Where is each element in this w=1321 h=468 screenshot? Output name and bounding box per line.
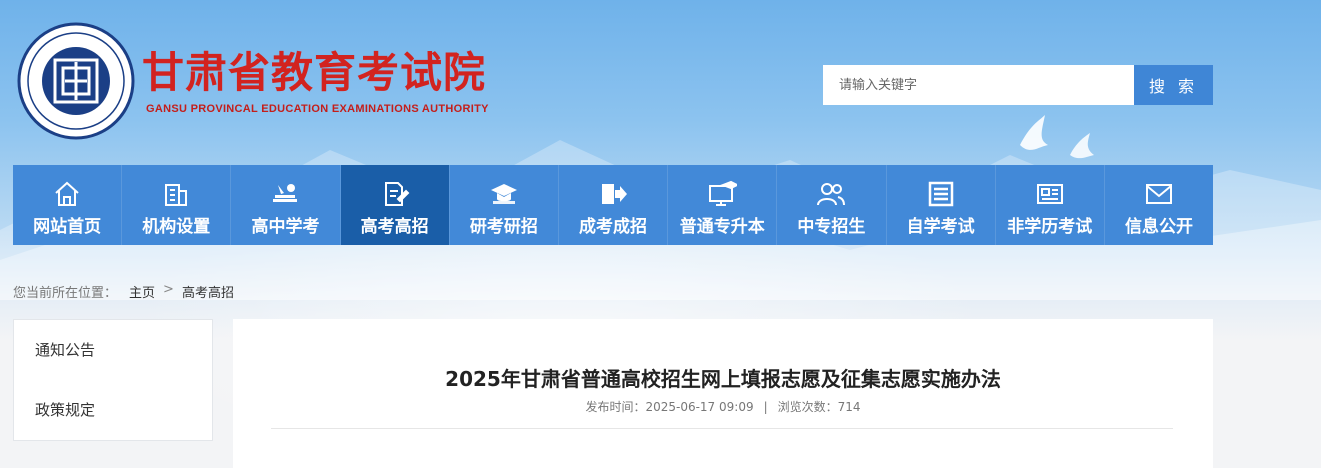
nav-label: 网站首页	[33, 217, 102, 237]
sidebar-item-policies[interactable]: 政策规定	[14, 380, 212, 440]
nav-label: 中专招生	[797, 217, 866, 237]
sidebar-item-notices[interactable]: 通知公告	[14, 320, 212, 380]
search-button[interactable]: 搜 索	[1134, 65, 1213, 105]
nav-item-vocational[interactable]: 中专招生	[777, 165, 887, 245]
main-nav: 网站首页 机构设置 高中学考 高考高招 研考研招 成考成招 普通专升本 中专招生…	[13, 165, 1214, 245]
nav-item-highschool-exam[interactable]: 高中学考	[231, 165, 341, 245]
birds-decoration	[1020, 115, 1094, 159]
nav-label: 非学历考试	[1007, 217, 1093, 237]
breadcrumb-prefix: 您当前所在位置：	[13, 286, 118, 301]
list-doc-icon	[924, 177, 958, 211]
nav-item-postgraduate[interactable]: 研考研招	[449, 165, 559, 245]
views-label: 浏览次数：	[777, 400, 838, 414]
article-divider	[271, 428, 1173, 429]
breadcrumb: 您当前所在位置： 主页 > 高考高招	[13, 282, 234, 301]
breadcrumb-item-gaokao[interactable]: 高考高招	[182, 282, 234, 301]
publish-label: 发布时间：	[585, 400, 646, 414]
site-subtitle: GANSU PROVINCAL EDUCATION EXAMINATIONS A…	[146, 103, 489, 115]
nav-item-info-disclosure[interactable]: 信息公开	[1104, 165, 1214, 245]
nav-label: 普通专升本	[679, 217, 765, 237]
site-title: 甘肃省教育考试院	[142, 48, 487, 97]
nav-label: 机构设置	[142, 217, 211, 237]
books-icon	[268, 177, 302, 211]
breadcrumb-separator: >	[163, 282, 174, 297]
book-arrow-icon	[596, 177, 630, 211]
search-bar: 搜 索	[823, 65, 1213, 105]
sidebar: 通知公告 政策规定	[13, 319, 213, 441]
document-pen-icon	[378, 177, 412, 211]
nav-item-gaokao[interactable]: 高考高招	[340, 165, 450, 245]
nav-item-home[interactable]: 网站首页	[13, 165, 123, 245]
meta-separator: |	[763, 400, 768, 414]
users-icon	[814, 177, 848, 211]
nav-item-organization[interactable]: 机构设置	[122, 165, 232, 245]
home-icon	[50, 177, 84, 211]
nav-label: 高中学考	[251, 217, 320, 237]
mail-icon	[1142, 177, 1176, 211]
views-count: 714	[837, 400, 861, 414]
nav-item-non-degree[interactable]: 非学历考试	[995, 165, 1105, 245]
nav-label: 研考研招	[469, 217, 538, 237]
id-card-icon	[1033, 177, 1067, 211]
nav-label: 成考成招	[579, 217, 648, 237]
article-panel: 2025年甘肃省普通高校招生网上填报志愿及征集志愿实施办法 发布时间：2025-…	[233, 319, 1213, 468]
nav-label: 信息公开	[1124, 217, 1193, 237]
monitor-cap-icon	[705, 177, 739, 211]
nav-item-self-study[interactable]: 自学考试	[886, 165, 996, 245]
nav-label: 高考高招	[360, 217, 429, 237]
publish-time: 2025-06-17 09:09	[645, 400, 754, 414]
nav-item-upgrade[interactable]: 普通专升本	[668, 165, 778, 245]
building-icon	[159, 177, 193, 211]
search-input[interactable]	[823, 65, 1134, 105]
nav-label: 自学考试	[906, 217, 975, 237]
graduation-cap-icon	[487, 177, 521, 211]
breadcrumb-item-home[interactable]: 主页	[129, 282, 155, 301]
emblem-logo	[17, 22, 135, 140]
nav-item-adult-exam[interactable]: 成考成招	[558, 165, 669, 245]
article-title: 2025年甘肃省普通高校招生网上填报志愿及征集志愿实施办法	[445, 367, 1001, 391]
article-meta: 发布时间：2025-06-17 09:09 | 浏览次数：714	[233, 398, 1213, 415]
